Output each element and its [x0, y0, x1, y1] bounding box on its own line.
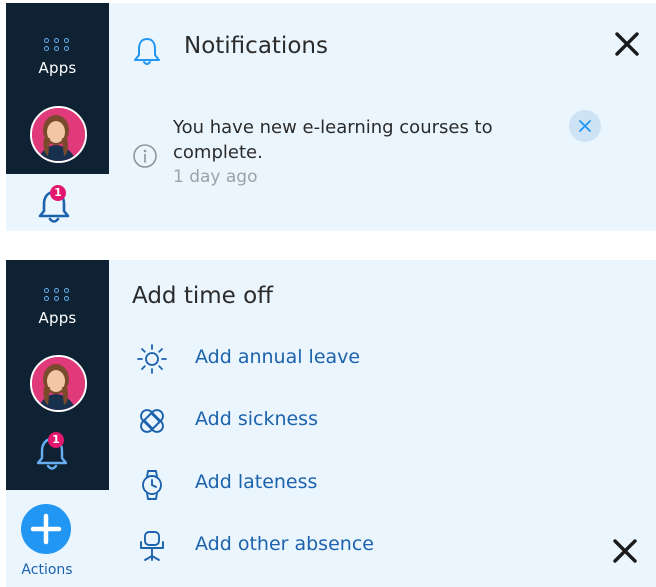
apps-button[interactable]: Apps: [6, 278, 109, 327]
avatar-photo: [32, 357, 85, 410]
panel-title: Add time off: [132, 283, 274, 309]
watch-icon: [142, 470, 162, 500]
menu-item-label: Add sickness: [195, 408, 318, 430]
notifications-bell-button[interactable]: 1: [34, 432, 74, 474]
avatar[interactable]: [30, 355, 87, 412]
close-icon: [579, 120, 591, 132]
apps-label: Apps: [38, 309, 77, 327]
actions-button[interactable]: [21, 504, 71, 554]
apps-grid-icon: [44, 38, 71, 51]
plaster-icon: [140, 409, 164, 433]
side-rail: Apps: [6, 3, 109, 174]
time-off-panel: Apps 1 Actions Add time off Add annual l…: [6, 260, 656, 587]
notifications-panel: Apps 1 Notifications You have new e-lear…: [6, 3, 656, 231]
notification-timestamp: 1 day ago: [173, 167, 258, 187]
menu-item-label: Add other absence: [195, 533, 374, 555]
notifications-bell-button[interactable]: 1: [36, 185, 76, 227]
dismiss-notification-button[interactable]: [569, 110, 601, 142]
apps-label: Apps: [38, 59, 77, 77]
avatar-photo: [32, 108, 85, 161]
side-rail: Apps 1: [6, 260, 109, 490]
add-sickness-item[interactable]: Add sickness: [132, 400, 532, 440]
actions-label: Actions: [21, 562, 73, 578]
plus-icon: [30, 513, 62, 545]
notification-count-badge: 1: [48, 432, 64, 448]
sun-icon: [137, 344, 167, 374]
chair-icon: [140, 531, 164, 561]
menu-item-label: Add annual leave: [195, 346, 361, 368]
apps-grid-icon: [44, 288, 71, 301]
menu-item-label: Add lateness: [195, 471, 318, 493]
add-annual-leave-item[interactable]: Add annual leave: [132, 338, 532, 378]
panel-title: Notifications: [184, 33, 328, 59]
info-icon: [133, 144, 157, 168]
add-lateness-item[interactable]: Add lateness: [132, 463, 532, 503]
add-other-absence-item[interactable]: Add other absence: [132, 525, 532, 565]
bell-icon: [134, 38, 160, 65]
apps-button[interactable]: Apps: [6, 28, 109, 77]
notification-count-badge: 1: [50, 185, 66, 201]
avatar[interactable]: [30, 106, 87, 163]
close-icon[interactable]: [614, 31, 640, 57]
close-icon[interactable]: [612, 538, 638, 564]
notification-message: You have new e-learning courses to compl…: [173, 117, 493, 163]
